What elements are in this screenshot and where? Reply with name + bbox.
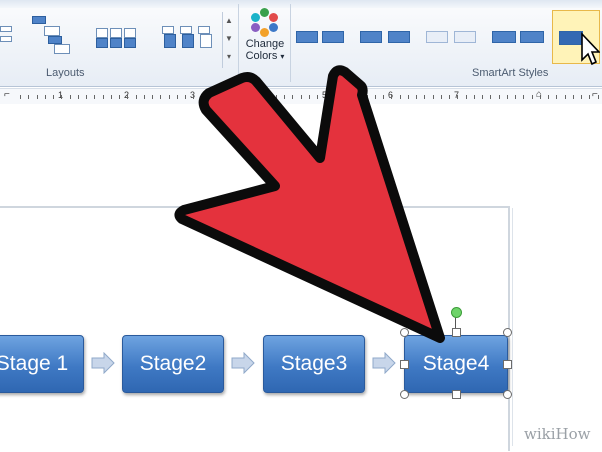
- wikihow-watermark: wikiHow: [524, 425, 591, 443]
- red-pointer-arrow-icon: [174, 65, 445, 343]
